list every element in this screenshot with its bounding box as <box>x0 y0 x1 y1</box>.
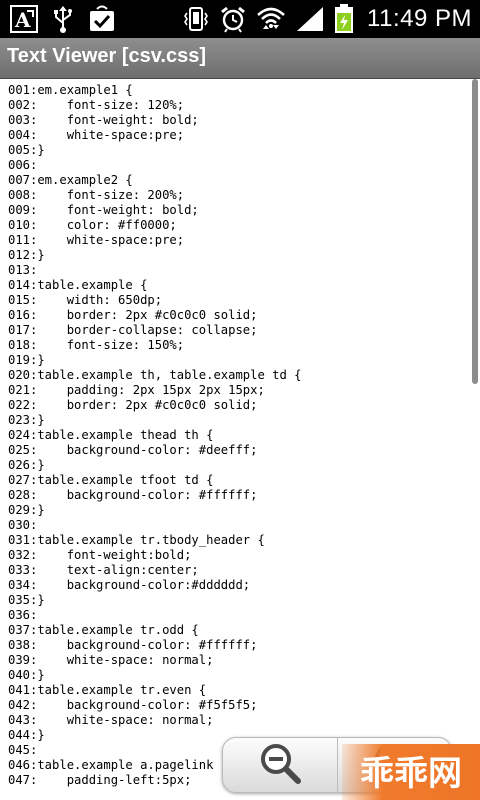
wifi-icon <box>256 5 286 33</box>
code-line: 041:table.example tr.even { <box>8 683 207 697</box>
watermark-logo: 乖乖网 <box>342 744 480 800</box>
code-line: 034: background-color:#dddddd; <box>8 578 251 592</box>
code-line: 031:table.example tr.tbody_header { <box>8 533 265 547</box>
code-line: 010: color: #ff0000; <box>8 218 177 232</box>
code-line: 007:em.example2 { <box>8 173 133 187</box>
code-line: 027:table.example tfoot td { <box>8 473 214 487</box>
code-line: 042: background-color: #f5f5f5; <box>8 698 258 712</box>
code-line: 004: white-space:pre; <box>8 128 185 142</box>
code-line: 028: background-color: #ffffff; <box>8 488 258 502</box>
code-line: 033: text-align:center; <box>8 563 199 577</box>
code-line: 009: font-weight: bold; <box>8 203 199 217</box>
code-line: 036: <box>8 608 38 622</box>
code-line: 002: font-size: 120%; <box>8 98 185 112</box>
code-line: 026:} <box>8 458 45 472</box>
zoom-out-icon <box>257 740 303 790</box>
code-line: 021: padding: 2px 15px 2px 15px; <box>8 383 265 397</box>
code-line: 038: background-color: #ffffff; <box>8 638 258 652</box>
code-line: 006: <box>8 158 38 172</box>
code-line: 018: font-size: 150%; <box>8 338 185 352</box>
battery-charging-icon <box>334 4 354 34</box>
code-line: 030: <box>8 518 38 532</box>
code-line: 012:} <box>8 248 45 262</box>
download-complete-icon <box>88 5 116 33</box>
code-line: 005:} <box>8 143 45 157</box>
code-line: 003: font-weight: bold; <box>8 113 199 127</box>
alarm-icon <box>219 5 247 33</box>
usb-icon <box>52 5 74 33</box>
code-line: 015: width: 650dp; <box>8 293 163 307</box>
code-line: 022: border: 2px #c0c0c0 solid; <box>8 398 258 412</box>
code-line: 024:table.example thead th { <box>8 428 214 442</box>
code-line: 019:} <box>8 353 45 367</box>
code-line: 025: background-color: #deefff; <box>8 443 258 457</box>
code-line: 035:} <box>8 593 45 607</box>
status-clock: 11:49 PM <box>367 5 472 32</box>
code-line: 043: white-space: normal; <box>8 713 214 727</box>
code-line: 037:table.example tr.odd { <box>8 623 199 637</box>
code-line: 013: <box>8 263 38 277</box>
code-line: 040:} <box>8 668 45 682</box>
code-line: 039: white-space: normal; <box>8 653 214 667</box>
svg-text:乖乖网: 乖乖网 <box>360 754 462 794</box>
code-line: 020:table.example th, table.example td { <box>8 368 302 382</box>
code-line: 023:} <box>8 413 45 427</box>
code-line: 032: font-weight:bold; <box>8 548 192 562</box>
zoom-out-button[interactable] <box>223 738 338 792</box>
title-bar: Text Viewer [csv.css] <box>0 38 480 79</box>
cell-signal-icon <box>295 5 325 33</box>
code-line: 016: border: 2px #c0c0c0 solid; <box>8 308 258 322</box>
code-line: 008: font-size: 200%; <box>8 188 185 202</box>
code-line: 001:em.example1 { <box>8 83 133 97</box>
vertical-scrollbar[interactable] <box>472 79 478 384</box>
status-bar: A 11:49 PM <box>0 0 480 38</box>
text-format-notification-icon: A <box>10 5 38 33</box>
code-line: 029:} <box>8 503 45 517</box>
app-title: Text Viewer [csv.css] <box>7 45 207 67</box>
text-viewer-content[interactable]: 001:em.example1 {002: font-size: 120%; 00… <box>0 79 480 800</box>
code-line: 014:table.example { <box>8 278 148 292</box>
code-line: 011: white-space:pre; <box>8 233 185 247</box>
watermark-logo-image: 乖乖网 <box>360 754 462 794</box>
vibrate-icon <box>182 5 210 33</box>
code-line: 017: border-collapse: collapse; <box>8 323 258 337</box>
code-text-area: 001:em.example1 {002: font-size: 120%; 00… <box>8 83 302 788</box>
